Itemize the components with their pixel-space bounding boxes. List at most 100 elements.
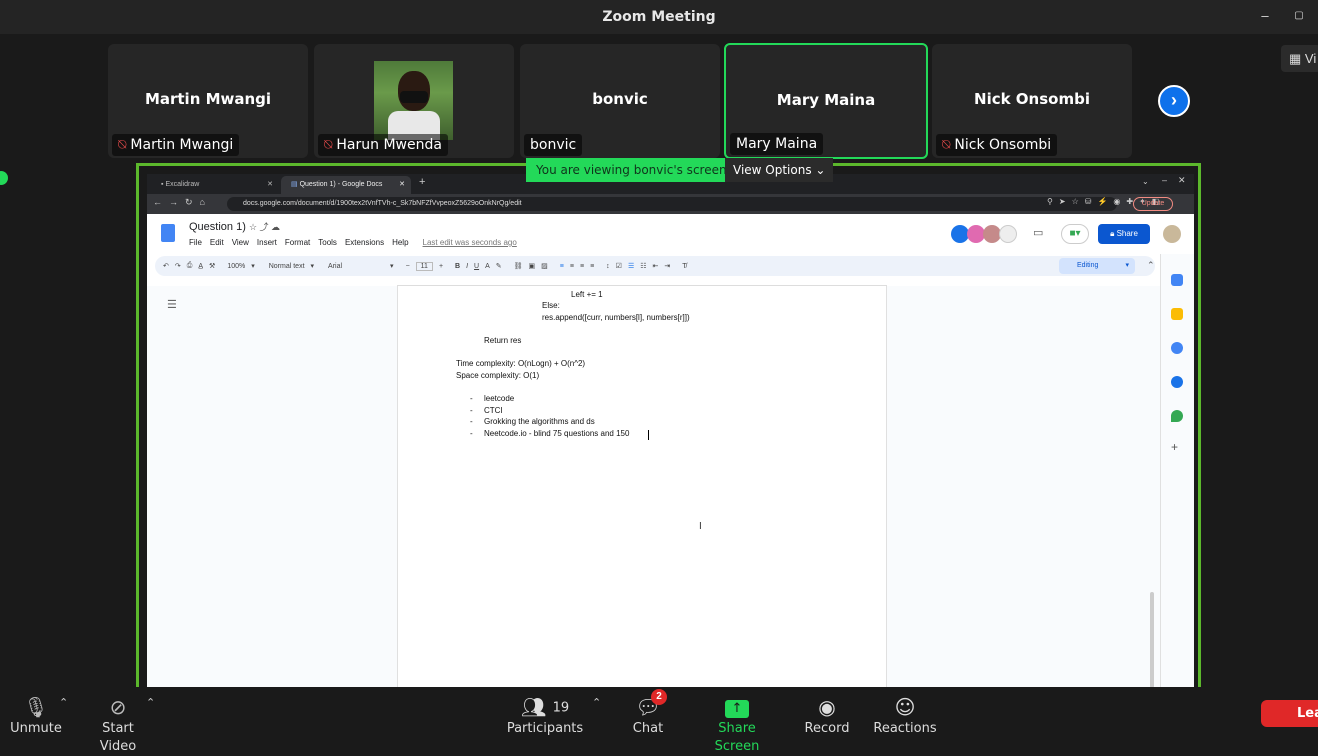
font-size-decrease-icon[interactable]: −	[406, 263, 410, 270]
unmute-button[interactable]: 🎙︎ Unmute	[6, 690, 66, 742]
participant-label: ⍉ Nick Onsombi	[936, 134, 1058, 156]
tab-close-icon[interactable]: ✕	[267, 176, 273, 194]
participants-button[interactable]: 👥︎ 19 Participants	[506, 690, 584, 742]
minimize-window-icon[interactable]: –	[1162, 175, 1167, 185]
calendar-icon[interactable]	[1171, 274, 1183, 286]
menu-format[interactable]: Format	[285, 238, 310, 247]
participant-tile[interactable]: Martin Mwangi ⍉ Martin Mwangi	[108, 44, 308, 158]
participant-label: ⍉ Harun Mwenda	[318, 134, 448, 156]
menu-edit[interactable]: Edit	[210, 238, 224, 247]
add-addon-icon[interactable]: +	[1171, 440, 1178, 454]
url-bar[interactable]: docs.google.com/document/d/1900tex2tVnfT…	[227, 197, 1117, 211]
menu-view[interactable]: View	[232, 238, 249, 247]
underline-icon[interactable]: U	[474, 263, 479, 270]
participants-chevron-icon[interactable]: ⌃	[592, 696, 601, 709]
bulleted-list-icon[interactable]: ☰	[628, 262, 634, 270]
increase-indent-icon[interactable]: ⇥	[664, 262, 670, 270]
document-page[interactable]: Left += 1 Else: res.append([curr, number…	[397, 286, 887, 688]
record-label: Record	[804, 721, 850, 736]
numbered-list-icon[interactable]: ☷	[640, 262, 646, 270]
participant-tile[interactable]: bonvic bonvic	[520, 44, 720, 158]
highlight-icon[interactable]: ✎	[496, 262, 502, 270]
link-icon[interactable]: ⛓	[514, 262, 523, 270]
font-size-input[interactable]: 11	[415, 261, 433, 271]
start-video-button[interactable]: ⊘ Start Video	[82, 690, 154, 754]
share-screen-button[interactable]: ↑ Share Screen	[694, 690, 780, 754]
justify-icon[interactable]: ≡	[590, 263, 594, 270]
decrease-indent-icon[interactable]: ⇤	[653, 262, 659, 270]
align-left-icon[interactable]: ≡	[560, 263, 564, 270]
new-tab-button[interactable]: +	[419, 176, 425, 188]
comment-icon[interactable]: ▣	[529, 262, 536, 270]
record-button[interactable]: ◉ Record	[800, 690, 854, 742]
doc-line: Time complexity: O(nLogn) + O(n^2)	[456, 359, 586, 368]
menu-file[interactable]: File	[189, 238, 202, 247]
menu-tools[interactable]: Tools	[318, 238, 337, 247]
italic-icon[interactable]: I	[466, 263, 468, 270]
document-canvas[interactable]: ☰ Left += 1 Else: res.append([curr, numb…	[147, 286, 1160, 688]
collapse-toolbar-icon[interactable]: ⌃	[1147, 260, 1155, 271]
maps-icon[interactable]	[1171, 410, 1183, 422]
list-item: Neetcode.io - blind 75 questions and 150	[484, 429, 630, 438]
undo-icon[interactable]: ↶	[163, 262, 169, 270]
nav-buttons-icon[interactable]: ←→↻⌂	[153, 197, 212, 208]
participant-tile-active-speaker[interactable]: Mary Maina Mary Maina	[724, 43, 928, 159]
tasks-icon[interactable]	[1171, 342, 1183, 354]
ruler[interactable]	[397, 278, 887, 286]
scrollbar[interactable]	[1150, 592, 1154, 688]
checklist-icon[interactable]: ☑	[616, 262, 622, 270]
document-title[interactable]: Question 1) ☆ ⤴ ☁	[189, 220, 280, 233]
audio-options-chevron-icon[interactable]: ⌃	[59, 696, 68, 709]
text-color-icon[interactable]: A	[485, 263, 490, 270]
print-icon[interactable]: ⎙	[187, 262, 193, 270]
contacts-icon[interactable]	[1171, 376, 1183, 388]
collaborator-avatar[interactable]	[999, 225, 1017, 243]
reactions-button[interactable]: ☺ Reactions	[872, 690, 938, 742]
font-select[interactable]: Arial	[328, 263, 384, 270]
align-center-icon[interactable]: ≡	[570, 263, 574, 270]
next-page-arrow-icon[interactable]: ›	[1158, 85, 1190, 117]
leave-button[interactable]: Leave	[1261, 700, 1318, 727]
participant-tile[interactable]: ⍉ Harun Mwenda	[314, 44, 514, 158]
tab-search-icon[interactable]: ⌄	[1142, 177, 1149, 186]
chat-unread-badge: 2	[651, 689, 667, 705]
view-button[interactable]: ▦ Vi	[1281, 45, 1318, 72]
browser-window: ▪ Excalidraw ✕ ▤ Question 1) - Google Do…	[147, 174, 1194, 688]
last-edit-link[interactable]: Last edit was seconds ago	[423, 238, 517, 247]
menu-extensions[interactable]: Extensions	[345, 238, 384, 247]
keep-icon[interactable]	[1171, 308, 1183, 320]
account-avatar[interactable]	[1163, 225, 1181, 243]
bold-icon[interactable]: B	[455, 263, 460, 270]
spellcheck-icon[interactable]: A̲	[198, 263, 203, 270]
share-button[interactable]: 🔒︎ Share	[1098, 224, 1150, 244]
menu-help[interactable]: Help	[392, 238, 408, 247]
shared-screen[interactable]: ▪ Excalidraw ✕ ▤ Question 1) - Google Do…	[136, 163, 1201, 693]
image-icon[interactable]: ▨	[541, 262, 548, 270]
paint-format-icon[interactable]: ⚒	[209, 262, 215, 270]
view-options-button[interactable]: View Options ⌄	[725, 158, 834, 182]
redo-icon[interactable]: ↷	[175, 262, 181, 270]
comments-icon[interactable]: ▭	[1033, 226, 1043, 239]
browser-tab[interactable]: ▪ Excalidraw ✕	[151, 176, 279, 194]
side-panel: +	[1160, 254, 1194, 688]
font-size-increase-icon[interactable]: +	[439, 263, 443, 270]
maximize-button[interactable]: ▢	[1291, 8, 1307, 24]
style-select[interactable]: Normal text	[269, 263, 305, 270]
align-right-icon[interactable]: ≡	[580, 263, 584, 270]
video-options-chevron-icon[interactable]: ⌃	[146, 696, 155, 709]
line-spacing-icon[interactable]: ↕	[606, 263, 610, 270]
menu-insert[interactable]: Insert	[257, 238, 277, 247]
clear-formatting-icon[interactable]: T̸	[682, 263, 686, 270]
zoom-select[interactable]: 100%	[227, 263, 245, 270]
update-button[interactable]: Update	[1133, 197, 1173, 211]
tab-close-icon[interactable]: ✕	[399, 176, 405, 194]
minimize-button[interactable]: –	[1257, 8, 1273, 24]
close-window-icon[interactable]: ✕	[1178, 175, 1186, 186]
star-icon[interactable]: ☆ ⤴ ☁	[249, 222, 280, 232]
participant-tile[interactable]: Nick Onsombi ⍉ Nick Onsombi	[932, 44, 1132, 158]
editing-mode-select[interactable]: Editing ▾	[1059, 258, 1135, 274]
meet-icon[interactable]: ■▾	[1061, 224, 1089, 244]
browser-tab-active[interactable]: ▤ Question 1) - Google Docs ✕	[281, 176, 411, 194]
outline-icon[interactable]: ☰	[167, 298, 177, 311]
docs-logo-icon[interactable]	[161, 224, 175, 242]
